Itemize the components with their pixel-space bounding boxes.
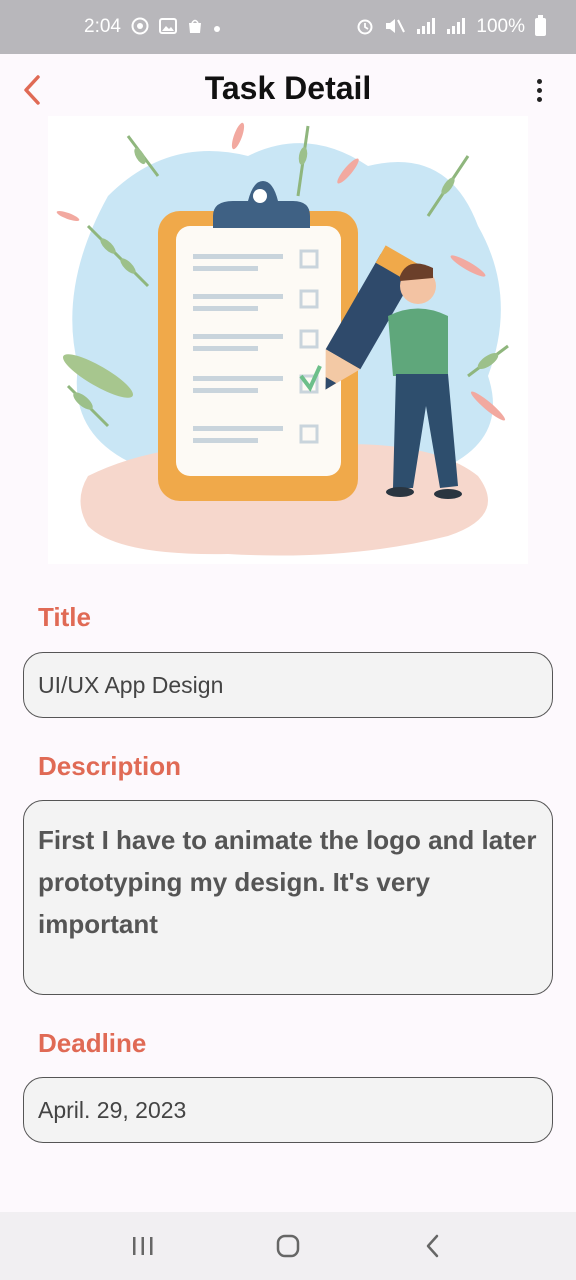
deadline-field[interactable]: April. 29, 2023 [23,1077,553,1143]
deadline-label: Deadline [38,1028,147,1058]
battery-percent: 100% [476,16,525,37]
description-value: First I have to animate the logo and lat… [38,825,537,939]
signal-icon [446,17,466,37]
dot-icon [213,19,221,36]
description-field[interactable]: First I have to animate the logo and lat… [23,800,553,995]
page-title: Task Detail [204,70,372,106]
title-field[interactable]: UI/UX App Design [23,652,553,718]
battery-icon [535,15,546,36]
title-value: UI/UX App Design [38,671,224,698]
gallery-icon [158,17,177,37]
recents-icon [132,1237,153,1255]
home-button[interactable] [258,1221,318,1271]
more-vert-icon [536,78,542,84]
signal-icon [416,17,436,37]
mute-icon [384,17,406,38]
task-illustration [48,116,528,564]
status-time: 2:04 [84,16,121,37]
whatsapp-icon [131,17,149,38]
status-bar: 2:04 100% [0,0,576,54]
back-icon [427,1234,439,1258]
nav-back-button[interactable] [403,1221,463,1271]
title-label: Title [38,602,91,632]
status-left: 2:04 [84,16,221,38]
store-icon [187,18,203,37]
more-options-button[interactable] [526,72,552,108]
system-nav-bar [0,1212,576,1280]
recents-button[interactable] [113,1221,173,1271]
alarm-icon [356,17,374,38]
status-right: 100% [356,15,546,38]
description-label: Description [38,751,182,781]
deadline-value: April. 29, 2023 [38,1096,187,1123]
home-icon [276,1234,300,1258]
